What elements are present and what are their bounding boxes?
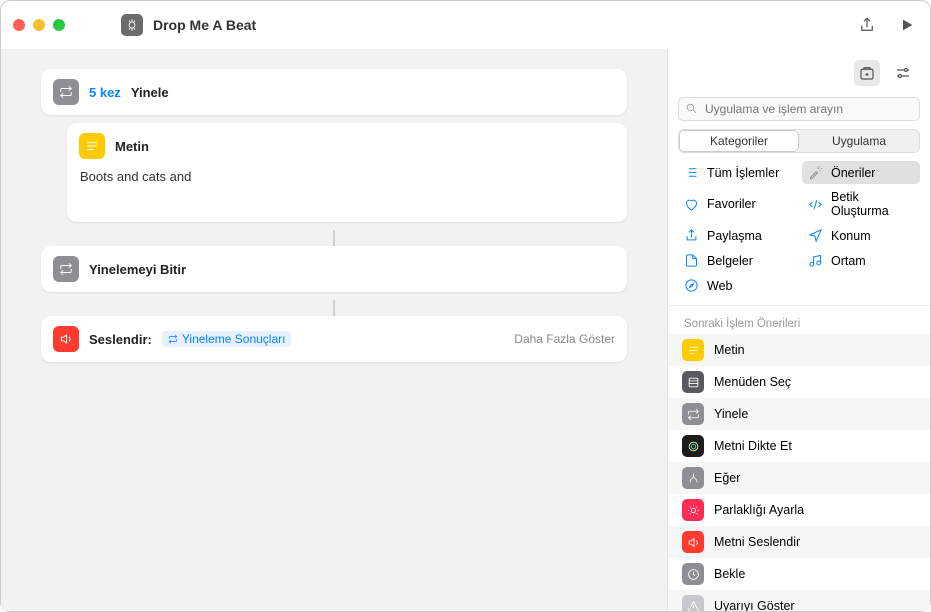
suggestions-header: Sonraki İşlem Önerileri [668, 312, 930, 334]
speaker-icon [53, 326, 79, 352]
variable-token[interactable]: Yineleme Sonuçları [162, 331, 292, 347]
suggestions-list: Sonraki İşlem Önerileri Metin Menüden Seç… [668, 306, 930, 611]
search-input[interactable] [678, 97, 920, 121]
menu-icon [682, 371, 704, 393]
suggestion-item[interactable]: Eğer [668, 462, 930, 494]
alert-icon [682, 595, 704, 611]
wand-icon [808, 165, 823, 180]
flow-connector [41, 300, 627, 316]
category-web[interactable]: Web [678, 274, 796, 297]
segmented-control[interactable]: Kategoriler Uygulama [678, 129, 920, 153]
category-label: Favoriler [707, 197, 756, 211]
repeat-icon [53, 256, 79, 282]
suggestion-item[interactable]: Parlaklığı Ayarla [668, 494, 930, 526]
category-label: Konum [831, 229, 871, 243]
category-suggestions[interactable]: Öneriler [802, 161, 920, 184]
branch-icon [682, 467, 704, 489]
search-field[interactable] [678, 97, 920, 121]
category-label: Belgeler [707, 254, 753, 268]
category-label: Paylaşma [707, 229, 762, 243]
suggestion-label: Metni Seslendir [714, 535, 800, 549]
sidebar-toolbar [668, 49, 930, 97]
categories-grid: Tüm İşlemler Öneriler Favoriler Betik Ol… [668, 161, 930, 306]
shortcut-icon [121, 14, 143, 36]
category-media[interactable]: Ortam [802, 249, 920, 272]
category-label: Tüm İşlemler [707, 166, 779, 180]
heart-icon [684, 197, 699, 212]
repeat-action-card[interactable]: 5 kez Yinele [41, 69, 627, 115]
end-repeat-card[interactable]: Yinelemeyi Bitir [41, 246, 627, 292]
repeat-icon [682, 403, 704, 425]
suggestion-item[interactable]: Menüden Seç [668, 366, 930, 398]
share-icon [684, 228, 699, 243]
suggestion-item[interactable]: Metni Seslendir [668, 526, 930, 558]
suggestion-item[interactable]: Yinele [668, 398, 930, 430]
category-favorites[interactable]: Favoriler [678, 186, 796, 222]
text-icon [79, 133, 105, 159]
suggestion-label: Metin [714, 343, 745, 357]
category-location[interactable]: Konum [802, 224, 920, 247]
scripting-icon [808, 197, 823, 212]
segment-categories[interactable]: Kategoriler [679, 130, 799, 152]
sidebar: Kategoriler Uygulama Tüm İşlemler Öneril… [667, 49, 930, 611]
list-icon [684, 165, 699, 180]
document-icon [684, 253, 699, 268]
show-more-button[interactable]: Daha Fazla Göster [514, 332, 615, 346]
suggestion-item[interactable]: Uyarıyı Göster [668, 590, 930, 611]
repeat-count-param[interactable]: 5 kez [89, 85, 121, 100]
music-icon [808, 253, 823, 268]
location-icon [808, 228, 823, 243]
end-repeat-label: Yinelemeyi Bitir [89, 262, 186, 277]
category-scripting[interactable]: Betik Oluşturma [802, 186, 920, 222]
zoom-window-button[interactable] [53, 19, 65, 31]
text-input[interactable]: Boots and cats and [79, 167, 615, 207]
brightness-icon [682, 499, 704, 521]
speak-action-card[interactable]: Seslendir: Yineleme Sonuçları Daha Fazla… [41, 316, 627, 362]
suggestion-item[interactable]: Bekle [668, 558, 930, 590]
suggestion-label: Menüden Seç [714, 375, 791, 389]
repeat-label: Yinele [131, 85, 169, 100]
suggestion-label: Bekle [714, 567, 745, 581]
safari-icon [684, 278, 699, 293]
traffic-lights [13, 19, 65, 31]
category-label: Öneriler [831, 166, 875, 180]
category-all-actions[interactable]: Tüm İşlemler [678, 161, 796, 184]
text-action-label: Metin [115, 139, 149, 154]
suggestion-label: Uyarıyı Göster [714, 599, 795, 611]
category-label: Betik Oluşturma [831, 190, 914, 218]
variable-token-label: Yineleme Sonuçları [182, 332, 286, 346]
category-documents[interactable]: Belgeler [678, 249, 796, 272]
text-icon [682, 339, 704, 361]
text-action-card[interactable]: Metin Boots and cats and [67, 123, 627, 222]
search-icon [685, 102, 698, 115]
suggestion-item[interactable]: Metin [668, 334, 930, 366]
category-label: Web [707, 279, 732, 293]
suggestion-label: Metni Dikte Et [714, 439, 792, 453]
repeat-icon [53, 79, 79, 105]
titlebar: Drop Me A Beat [1, 1, 930, 49]
clock-icon [682, 563, 704, 585]
share-button[interactable] [856, 14, 878, 36]
minimize-window-button[interactable] [33, 19, 45, 31]
window-title: Drop Me A Beat [153, 17, 256, 33]
category-label: Ortam [831, 254, 866, 268]
shortcut-editor: 5 kez Yinele Metin Boots and cats and [1, 49, 667, 611]
settings-button[interactable] [890, 60, 916, 86]
library-button[interactable] [854, 60, 880, 86]
flow-connector [41, 230, 627, 246]
segment-apps[interactable]: Uygulama [799, 130, 919, 152]
suggestion-label: Eğer [714, 471, 740, 485]
speaker-icon [682, 531, 704, 553]
close-window-button[interactable] [13, 19, 25, 31]
category-sharing[interactable]: Paylaşma [678, 224, 796, 247]
suggestion-label: Parlaklığı Ayarla [714, 503, 804, 517]
speak-label: Seslendir: [89, 332, 152, 347]
run-button[interactable] [896, 14, 918, 36]
suggestion-item[interactable]: Metni Dikte Et [668, 430, 930, 462]
suggestion-label: Yinele [714, 407, 748, 421]
siri-icon [682, 435, 704, 457]
